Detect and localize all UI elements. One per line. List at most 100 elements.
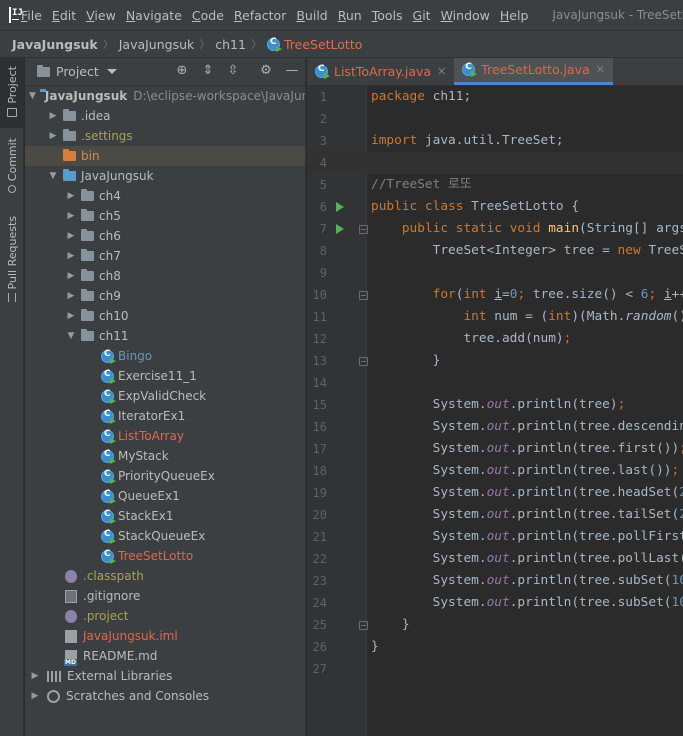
code-line[interactable]: 15 System.out.println(tree); <box>313 394 683 416</box>
code-line[interactable]: 26} <box>313 636 683 658</box>
menu-tools[interactable]: Tools <box>372 8 403 23</box>
tree-item[interactable]: PriorityQueueEx <box>25 466 305 486</box>
tree-item[interactable]: MyStack <box>25 446 305 466</box>
code-line[interactable]: 22 System.out.println(tree.pollLast()); <box>313 548 683 570</box>
gear-icon[interactable]: ⚙ <box>259 64 273 78</box>
tree-item[interactable]: StackEx1 <box>25 506 305 526</box>
tree-item[interactable]: ▶ ch6 <box>25 226 305 246</box>
tree-item[interactable]: ▶ ch4 <box>25 186 305 206</box>
code-line[interactable]: 6 public class TreeSetLotto { <box>320 196 683 218</box>
tree-item[interactable]: ▶ External Libraries <box>25 666 305 686</box>
menu-refactor[interactable]: Refactor <box>234 8 286 23</box>
editor-tab[interactable]: ListToArray.java ✕ <box>307 58 454 85</box>
tree-item[interactable]: Bingo <box>25 346 305 366</box>
code-line[interactable]: 5 //TreeSet 로또 <box>320 174 683 196</box>
tree-item[interactable]: ▶ ch8 <box>25 266 305 286</box>
locate-icon[interactable]: ⊕ <box>175 64 189 78</box>
tree-item[interactable]: ▶ .idea <box>25 106 305 126</box>
project-panel-title[interactable]: Project <box>56 64 99 79</box>
minimize-icon[interactable]: — <box>285 64 299 78</box>
code-line[interactable]: 24 System.out.println(tree.subSet(10, 30… <box>313 592 683 614</box>
menu-file[interactable]: File <box>21 8 42 23</box>
menu-view[interactable]: View <box>86 8 116 23</box>
chevron-right-icon[interactable]: ▶ <box>65 291 77 301</box>
run-gutter-icon[interactable] <box>336 224 344 234</box>
breadcrumb-module[interactable]: JavaJungsuk <box>119 37 195 52</box>
chevron-right-icon[interactable]: ▶ <box>29 671 41 681</box>
chevron-right-icon[interactable]: ▶ <box>65 211 77 221</box>
code-line[interactable]: 16 System.out.println(tree.descendingSet… <box>313 416 683 438</box>
chevron-right-icon[interactable]: ▶ <box>47 131 59 141</box>
breadcrumb-class[interactable]: TreeSetLotto <box>284 37 362 52</box>
code-line[interactable]: 8 TreeSet<Integer> tree = new TreeSet<>(… <box>320 240 683 262</box>
tree-item[interactable]: StackQueueEx <box>25 526 305 546</box>
code-area[interactable]: 1 package ch11; 2 3 import java.util.TreeSet… <box>307 86 683 680</box>
chevron-right-icon[interactable]: ▶ <box>65 271 77 281</box>
tree-item[interactable]: QueueEx1 <box>25 486 305 506</box>
chevron-right-icon[interactable]: ▶ <box>47 111 59 121</box>
close-icon[interactable]: ✕ <box>437 65 446 78</box>
menu-edit[interactable]: Edit <box>52 8 76 23</box>
editor-tab[interactable]: TreeSetLotto.java ✕ <box>454 58 613 85</box>
chevron-down-icon[interactable]: ▼ <box>47 171 59 181</box>
tree-item[interactable]: ▶ .settings <box>25 126 305 146</box>
chevron-right-icon[interactable]: ▶ <box>65 311 77 321</box>
tree-item[interactable]: ▶ ch7 <box>25 246 305 266</box>
tree-item[interactable]: ▶ ch10 <box>25 306 305 326</box>
code-line[interactable]: 18 System.out.println(tree.last()); <box>313 460 683 482</box>
code-line[interactable]: 20 System.out.println(tree.tailSet(20)); <box>313 504 683 526</box>
tool-tab-commit[interactable]: Commit <box>0 134 24 198</box>
menu-help[interactable]: Help <box>500 8 529 23</box>
code-line[interactable]: 4 <box>307 152 683 174</box>
code-line[interactable]: 1 package ch11; <box>320 86 683 108</box>
chevron-right-icon[interactable]: ▶ <box>65 191 77 201</box>
breadcrumb-package[interactable]: ch11 <box>215 37 246 52</box>
tree-item[interactable]: ExpValidCheck <box>25 386 305 406</box>
chevron-right-icon[interactable]: ▶ <box>65 231 77 241</box>
code-line[interactable]: 9 <box>320 262 683 284</box>
close-icon[interactable]: ✕ <box>596 63 605 76</box>
tool-tab-pull-requests[interactable]: Pull Requests <box>0 212 24 304</box>
collapse-all-icon[interactable]: ⇳ <box>226 64 240 78</box>
code-line[interactable]: 13 } <box>313 350 683 372</box>
code-line[interactable]: 14 <box>313 372 683 394</box>
tree-item[interactable]: Exercise11_1 <box>25 366 305 386</box>
fold-marker-icon[interactable] <box>359 291 368 300</box>
code-line[interactable]: 27 <box>313 658 683 680</box>
chevron-down-icon[interactable]: ▼ <box>65 331 77 341</box>
code-line[interactable]: 12 tree.add(num); <box>313 328 683 350</box>
tree-item[interactable]: .gitignore <box>25 586 305 606</box>
code-line[interactable]: 17 System.out.println(tree.first()); <box>313 438 683 460</box>
code-line[interactable]: 19 System.out.println(tree.headSet(20)); <box>313 482 683 504</box>
tree-item[interactable]: ▼ JavaJungsuk D:\eclipse-workspace\JavaJun… <box>25 86 305 106</box>
code-line[interactable]: 3 import java.util.TreeSet; <box>320 130 683 152</box>
menu-navigate[interactable]: Navigate <box>126 8 182 23</box>
code-line[interactable]: 23 System.out.println(tree.subSet(10, 30… <box>313 570 683 592</box>
tree-item[interactable]: ▼ ch11 <box>25 326 305 346</box>
code-line[interactable]: 2 <box>320 108 683 130</box>
tree-item[interactable]: ▶ ch9 <box>25 286 305 306</box>
run-gutter-icon[interactable] <box>336 202 344 212</box>
fold-marker-icon[interactable] <box>359 621 368 630</box>
menu-git[interactable]: Git <box>413 8 431 23</box>
tree-item[interactable]: .project <box>25 606 305 626</box>
tree-item[interactable]: README.md <box>25 646 305 666</box>
expand-all-icon[interactable]: ⇕ <box>201 64 215 78</box>
chevron-down-icon[interactable]: ▼ <box>29 91 36 101</box>
tree-item[interactable]: ▶ ch5 <box>25 206 305 226</box>
chevron-right-icon[interactable]: ▶ <box>29 691 41 701</box>
menu-build[interactable]: Build <box>296 8 327 23</box>
tree-item[interactable]: ▼ JavaJungsuk <box>25 166 305 186</box>
chevron-right-icon[interactable]: ▶ <box>65 251 77 261</box>
code-line[interactable]: 11 int num = (int)(Math.random() * 45) +… <box>313 306 683 328</box>
tree-item[interactable]: JavaJungsuk.iml <box>25 626 305 646</box>
fold-marker-icon[interactable] <box>359 225 368 234</box>
tree-item[interactable]: IteratorEx1 <box>25 406 305 426</box>
fold-marker-icon[interactable] <box>359 357 368 366</box>
menu-run[interactable]: Run <box>338 8 362 23</box>
tree-item[interactable]: ListToArray <box>25 426 305 446</box>
code-line[interactable]: 7 public static void main(String[] args)… <box>320 218 683 240</box>
tree-item[interactable]: bin <box>25 146 305 166</box>
menu-window[interactable]: Window <box>441 8 490 23</box>
code-line[interactable]: 10 for(int i=0; tree.size() < 6; i++) { <box>313 284 683 306</box>
